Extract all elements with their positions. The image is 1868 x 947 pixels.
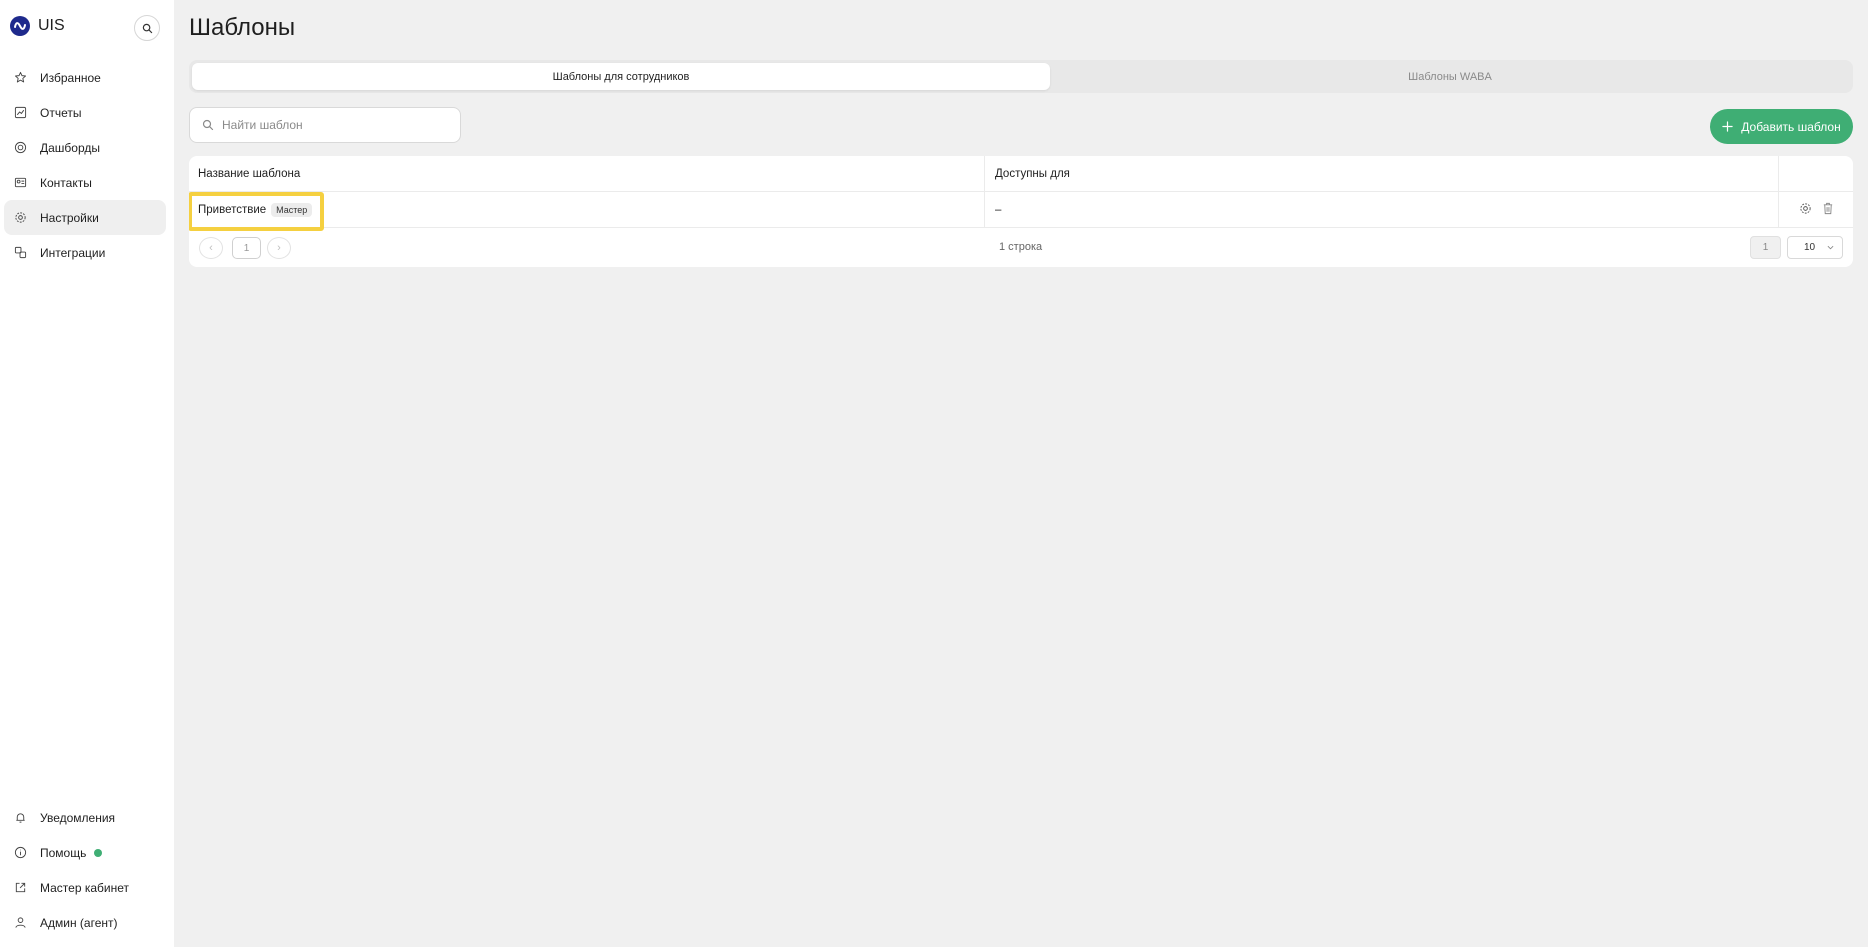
search-icon (202, 119, 214, 131)
add-template-button[interactable]: Добавить шаблон (1710, 109, 1853, 144)
sidebar: UIS Избранное Отчеты Дашборды Контакты Н… (0, 0, 174, 947)
help-status-dot (94, 848, 103, 857)
available-for-cell: – (985, 192, 1779, 227)
plus-icon (1722, 121, 1733, 132)
sidebar-item-label: Контакты (40, 175, 92, 190)
sidebar-bottom-nav: Уведомления Помощь Мастер кабинет Админ … (4, 800, 166, 940)
table-footer: ‹ 1 › 1 строка 1 10 (189, 228, 1853, 267)
current-page[interactable]: 1 (232, 237, 261, 259)
sidebar-item-label: Админ (агент) (40, 915, 118, 930)
tab-waba-templates[interactable]: Шаблоны WABA (1050, 63, 1850, 90)
page-title: Шаблоны (189, 14, 296, 41)
sidebar-item-master-cabinet[interactable]: Мастер кабинет (4, 870, 166, 905)
search-icon (142, 23, 152, 33)
sidebar-nav: Избранное Отчеты Дашборды Контакты Настр… (4, 60, 166, 270)
row-actions (1779, 192, 1853, 227)
external-link-icon (12, 880, 28, 896)
prev-page-button[interactable]: ‹ (199, 237, 223, 259)
settings-button[interactable] (1799, 202, 1812, 218)
gear-icon (12, 210, 28, 226)
column-header-name[interactable]: Название шаблона (189, 156, 985, 191)
dashboard-icon (12, 140, 28, 156)
table-header: Название шаблона Доступны для (189, 156, 1853, 192)
sidebar-item-label: Дашборды (40, 140, 100, 155)
column-header-actions (1779, 156, 1853, 191)
highlight-box (189, 192, 324, 231)
sidebar-item-label: Уведомления (40, 810, 116, 825)
sidebar-item-dashboards[interactable]: Дашборды (4, 130, 166, 165)
sidebar-item-label: Отчеты (40, 105, 82, 120)
search-box[interactable] (189, 107, 461, 143)
uis-logo-icon (10, 16, 30, 36)
sidebar-item-favorites[interactable]: Избранное (4, 60, 166, 95)
user-icon (12, 915, 28, 931)
sidebar-item-label: Настройки (40, 210, 99, 225)
sidebar-item-label: Мастер кабинет (40, 880, 130, 895)
tabs: Шаблоны для сотрудников Шаблоны WABA (189, 60, 1853, 93)
template-name-cell[interactable]: Приветствие Мастер (189, 192, 985, 231)
brand[interactable]: UIS (10, 16, 65, 36)
trash-icon (1823, 202, 1832, 214)
page-indicator[interactable]: 1 (1750, 236, 1781, 259)
brand-name: UIS (38, 17, 65, 34)
table-row[interactable]: Приветствие Мастер – (189, 192, 1853, 231)
sidebar-item-notifications[interactable]: Уведомления (4, 800, 166, 835)
integrations-icon (12, 245, 28, 261)
sidebar-item-profile[interactable]: Админ (агент) (4, 905, 166, 940)
next-page-button[interactable]: › (267, 237, 291, 259)
sidebar-item-integrations[interactable]: Интеграции (4, 235, 166, 270)
delete-button[interactable] (1822, 202, 1834, 218)
sidebar-item-contacts[interactable]: Контакты (4, 165, 166, 200)
star-icon (12, 70, 28, 86)
page-size-value: 10 (1804, 242, 1816, 253)
page-size-select[interactable]: 10 (1787, 236, 1843, 259)
add-template-label: Добавить шаблон (1741, 119, 1841, 134)
sidebar-search-button[interactable] (134, 15, 160, 41)
column-header-available-for[interactable]: Доступны для (985, 156, 1779, 191)
reports-icon (12, 105, 28, 121)
chevron-down-icon (1827, 245, 1834, 250)
sidebar-item-reports[interactable]: Отчеты (4, 95, 166, 130)
rows-count: 1 строка (999, 241, 1043, 253)
sidebar-item-help[interactable]: Помощь (4, 835, 166, 870)
sidebar-item-label: Интеграции (40, 245, 106, 260)
tab-employee-templates[interactable]: Шаблоны для сотрудников (192, 63, 1050, 90)
contacts-icon (12, 175, 28, 191)
sidebar-item-label: Избранное (40, 70, 101, 85)
sidebar-item-label: Помощь (40, 845, 87, 860)
templates-table: Название шаблона Доступны для Приветстви… (189, 156, 1853, 267)
info-icon (12, 845, 28, 861)
bell-icon (12, 810, 28, 826)
sidebar-item-settings[interactable]: Настройки (4, 200, 166, 235)
search-input[interactable] (222, 118, 442, 132)
gear-icon (1799, 202, 1811, 214)
